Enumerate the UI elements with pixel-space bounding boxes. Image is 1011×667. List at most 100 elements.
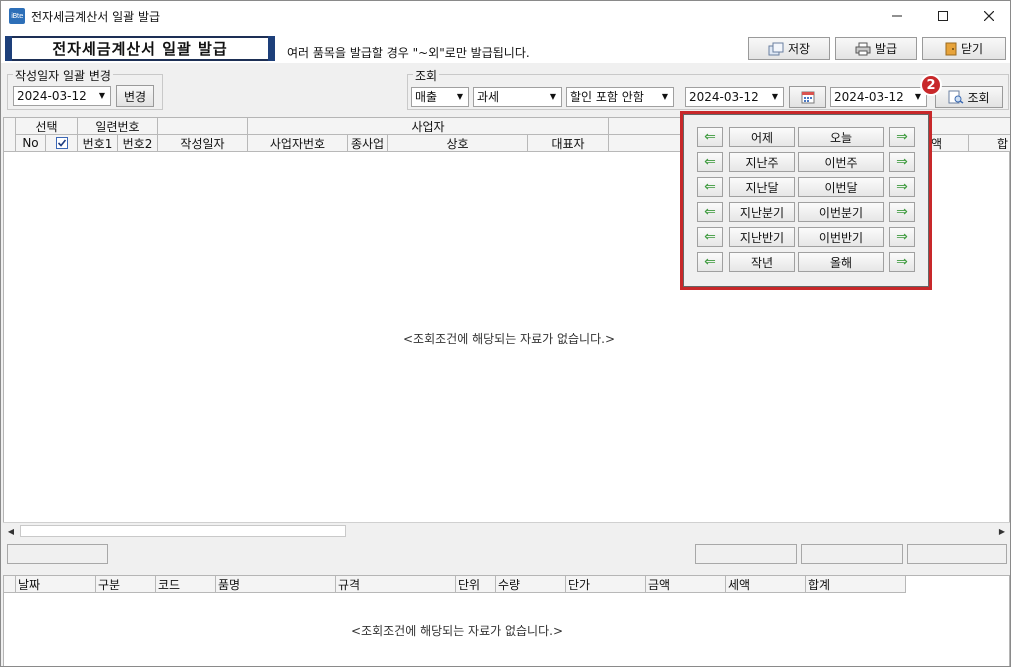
issue-button[interactable]: 발급 [835,37,917,60]
scroll-thumb[interactable] [20,525,346,537]
item-grid[interactable]: 날짜 구분 코드 품명 규격 단위 수량 단가 금액 세액 합계 <조회조건에 … [3,575,1010,666]
search-doc-icon [948,90,964,104]
this-week-button[interactable]: 이번주 [798,152,884,172]
col-item-spec: 규격 [336,576,456,593]
status-box-left [7,544,108,564]
close-window-button[interactable] [966,1,1010,31]
sales-type-select[interactable]: 매출 ▼ [411,87,469,107]
arrow-left-icon: ⇐ [704,229,716,245]
batch-date-picker[interactable]: 2024-03-12 ▼ [13,86,111,106]
prev-last-week-button[interactable]: ⇐ [697,152,723,172]
chevron-down-icon: ▼ [661,92,669,101]
col-item-date: 날짜 [16,576,96,593]
select-group-header: 선택 [16,118,78,135]
maximize-button[interactable] [920,1,966,31]
this-month-button[interactable]: 이번달 [798,177,884,197]
col-item-price: 단가 [566,576,646,593]
business-group-header: 사업자 [248,118,609,135]
chevron-down-icon: ▼ [549,92,557,101]
calendar-icon [801,91,814,104]
this-quarter-button[interactable]: 이번분기 [798,202,884,222]
col-total: 합 [969,135,1010,152]
close-icon [984,11,994,21]
search-button[interactable]: 조회 [935,86,1003,108]
serial-group-header: 일련번호 [78,118,158,135]
arrow-left-icon: ⇐ [704,204,716,220]
date-range-button[interactable] [789,86,826,108]
last-month-button[interactable]: 지난달 [729,177,795,197]
next-this-quarter-button[interactable]: ⇒ [889,202,915,222]
this-half-button[interactable]: 이번반기 [798,227,884,247]
status-box-2 [801,544,903,564]
horizontal-scrollbar[interactable]: ◀ ▶ [3,522,1010,539]
scroll-left-icon[interactable]: ◀ [3,523,19,539]
col-num1: 번호1 [78,135,118,152]
arrow-right-icon: ⇒ [896,154,908,170]
col-branch: 종사업 [348,135,388,152]
prev-last-quarter-button[interactable]: ⇐ [697,202,723,222]
batch-change-button[interactable]: 변경 [116,85,154,107]
arrow-right-icon: ⇒ [896,179,908,195]
scroll-right-icon[interactable]: ▶ [994,523,1010,539]
yesterday-button[interactable]: 어제 [729,127,795,147]
chevron-down-icon: ▼ [771,92,779,101]
col-item-name: 품명 [216,576,336,593]
next-this-year-button[interactable]: ⇒ [889,252,915,272]
col-company: 상호 [388,135,528,152]
prev-last-year-button[interactable]: ⇐ [697,252,723,272]
last-week-button[interactable]: 지난주 [729,152,795,172]
arrow-left-icon: ⇐ [704,179,716,195]
window-title: 전자세금계산서 일괄 발급 [31,10,161,24]
col-date: 작성일자 [158,135,248,152]
app-logo-icon: iBte [9,8,25,24]
status-box-1 [695,544,797,564]
col-item-qty: 수량 [496,576,566,593]
last-half-button[interactable]: 지난반기 [729,227,795,247]
last-quarter-button[interactable]: 지난분기 [729,202,795,222]
col-item-amount: 금액 [646,576,726,593]
grid-empty-message: <조회조건에 해당되는 자료가 없습니다.> [403,332,616,346]
to-date-picker[interactable]: 2024-03-12 ▼ [830,87,927,107]
last-year-button[interactable]: 작년 [729,252,795,272]
next-this-month-button[interactable]: ⇒ [889,177,915,197]
next-this-half-button[interactable]: ⇒ [889,227,915,247]
query-legend: 조회 [413,67,440,84]
door-icon [945,42,957,55]
app-window: iBte 전자세금계산서 일괄 발급 전자세금계산서 일괄 발급 여러 품목을 … [0,0,1011,667]
today-button[interactable]: 오늘 [798,127,884,147]
this-year-button[interactable]: 올해 [798,252,884,272]
col-item-type: 구분 [96,576,156,593]
minimize-button[interactable] [874,1,920,31]
tax-type-select[interactable]: 과세 ▼ [473,87,562,107]
arrow-left-icon: ⇐ [704,129,716,145]
col-num2: 번호2 [118,135,158,152]
prev-last-month-button[interactable]: ⇐ [697,177,723,197]
form-title: 전자세금계산서 일괄 발급 [5,36,275,61]
next-today-button[interactable]: ⇒ [889,127,915,147]
arrow-right-icon: ⇒ [896,254,908,270]
from-date-picker[interactable]: 2024-03-12 ▼ [685,87,784,107]
annotation-badge: 2 [920,74,942,96]
select-all-checkbox-cell[interactable] [46,135,78,152]
arrow-right-icon: ⇒ [896,204,908,220]
form-header: 전자세금계산서 일괄 발급 여러 품목을 발급할 경우 "~외"로만 발급됩니다… [1,31,1010,63]
col-item-unit: 단위 [456,576,496,593]
col-ceo: 대표자 [528,135,609,152]
close-button[interactable]: 닫기 [922,37,1006,60]
minimize-icon [892,15,902,17]
prev-yesterday-button[interactable]: ⇐ [697,127,723,147]
discount-select[interactable]: 할인 포함 안함 ▼ [566,87,674,107]
maximize-icon [938,11,948,21]
arrow-left-icon: ⇐ [704,254,716,270]
prev-last-half-button[interactable]: ⇐ [697,227,723,247]
printer-icon [855,42,871,55]
row-indicator-header [4,118,16,152]
save-button[interactable]: 저장 [748,37,830,60]
checkbox-checked-icon[interactable] [55,137,68,149]
date-range-popup: ⇐ 어제 오늘 ⇒ ⇐ 지난주 이번주 ⇒ ⇐ 지난달 이번달 ⇒ ⇐ 지난분기… [680,111,932,290]
item-grid-empty-message: <조회조건에 해당되는 자료가 없습니다.> [351,624,564,638]
col-item-code: 코드 [156,576,216,593]
next-this-week-button[interactable]: ⇒ [889,152,915,172]
chevron-down-icon: ▼ [456,92,464,101]
form-note: 여러 품목을 발급할 경우 "~외"로만 발급됩니다. [287,46,530,60]
